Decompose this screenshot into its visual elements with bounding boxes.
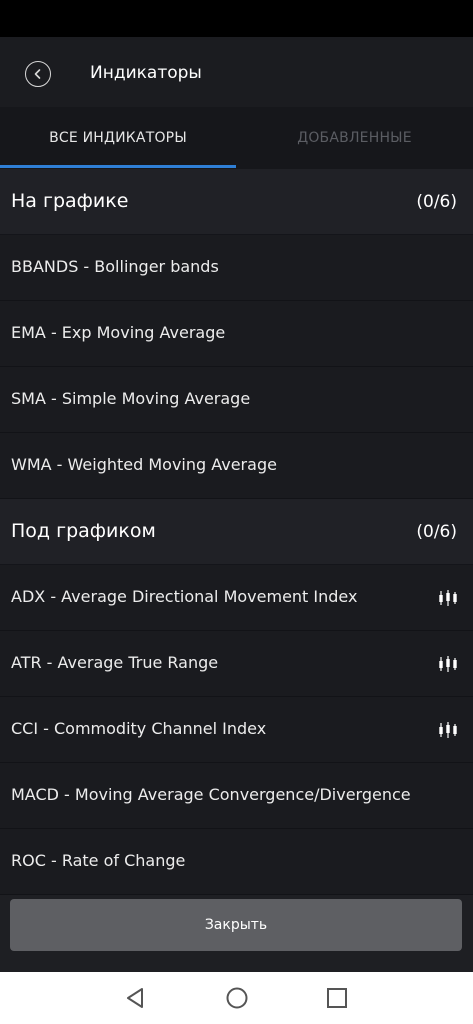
candlestick-icon <box>439 722 457 738</box>
section-title: Под графиком <box>11 520 156 542</box>
indicator-item-sma[interactable]: SMA - Simple Moving Average <box>0 367 473 433</box>
indicator-label: MACD - Moving Average Convergence/Diverg… <box>11 785 411 804</box>
back-button[interactable] <box>25 61 51 87</box>
tab-added-indicators[interactable]: ДОБАВЛЕННЫЕ <box>236 107 473 169</box>
back-triangle-icon[interactable] <box>123 985 149 1011</box>
close-button[interactable]: Закрыть <box>10 899 462 951</box>
indicator-item-atr[interactable]: ATR - Average True Range <box>0 631 473 697</box>
indicator-label: SMA - Simple Moving Average <box>11 389 251 408</box>
indicator-label: ADX - Average Directional Movement Index <box>11 587 358 606</box>
indicator-item-ema[interactable]: EMA - Exp Moving Average <box>0 301 473 367</box>
active-tab-underline <box>0 165 236 168</box>
section-count: (0/6) <box>416 522 457 542</box>
tab-bar: ВСЕ ИНДИКАТОРЫ ДОБАВЛЕННЫЕ <box>0 107 473 169</box>
candlestick-icon <box>439 656 457 672</box>
indicator-label: EMA - Exp Moving Average <box>11 323 226 342</box>
status-bar <box>0 0 473 37</box>
indicator-label: CCI - Commodity Channel Index <box>11 719 267 738</box>
indicator-item-bbands[interactable]: BBANDS - Bollinger bands <box>0 235 473 301</box>
section-header-on-chart: На графике (0/6) <box>0 169 473 235</box>
tab-all-indicators[interactable]: ВСЕ ИНДИКАТОРЫ <box>0 107 236 169</box>
indicators-screen: Индикаторы ВСЕ ИНДИКАТОРЫ ДОБАВЛЕННЫЕ На… <box>0 37 473 972</box>
indicator-label: WMA - Weighted Moving Average <box>11 455 277 474</box>
indicator-item-cci[interactable]: CCI - Commodity Channel Index <box>0 697 473 763</box>
indicator-item-wma[interactable]: WMA - Weighted Moving Average <box>0 433 473 499</box>
section-count: (0/6) <box>416 192 457 212</box>
indicator-item-macd[interactable]: MACD - Moving Average Convergence/Diverg… <box>0 763 473 829</box>
app-header: Индикаторы <box>0 37 473 107</box>
indicator-item-roc[interactable]: ROC - Rate of Change <box>0 829 473 895</box>
indicator-label: ROC - Rate of Change <box>11 851 186 870</box>
section-title: На графике <box>11 190 129 212</box>
chevron-left-icon <box>34 69 41 79</box>
indicator-label: BBANDS - Bollinger bands <box>11 257 219 276</box>
recents-square-icon[interactable] <box>324 985 350 1011</box>
indicator-item-adx[interactable]: ADX - Average Directional Movement Index <box>0 565 473 631</box>
home-circle-icon[interactable] <box>224 985 250 1011</box>
section-header-below-chart: Под графиком (0/6) <box>0 499 473 565</box>
candlestick-icon <box>439 590 457 606</box>
system-nav-bar <box>0 972 473 1024</box>
page-title: Индикаторы <box>90 63 202 83</box>
indicator-label: ATR - Average True Range <box>11 653 219 672</box>
